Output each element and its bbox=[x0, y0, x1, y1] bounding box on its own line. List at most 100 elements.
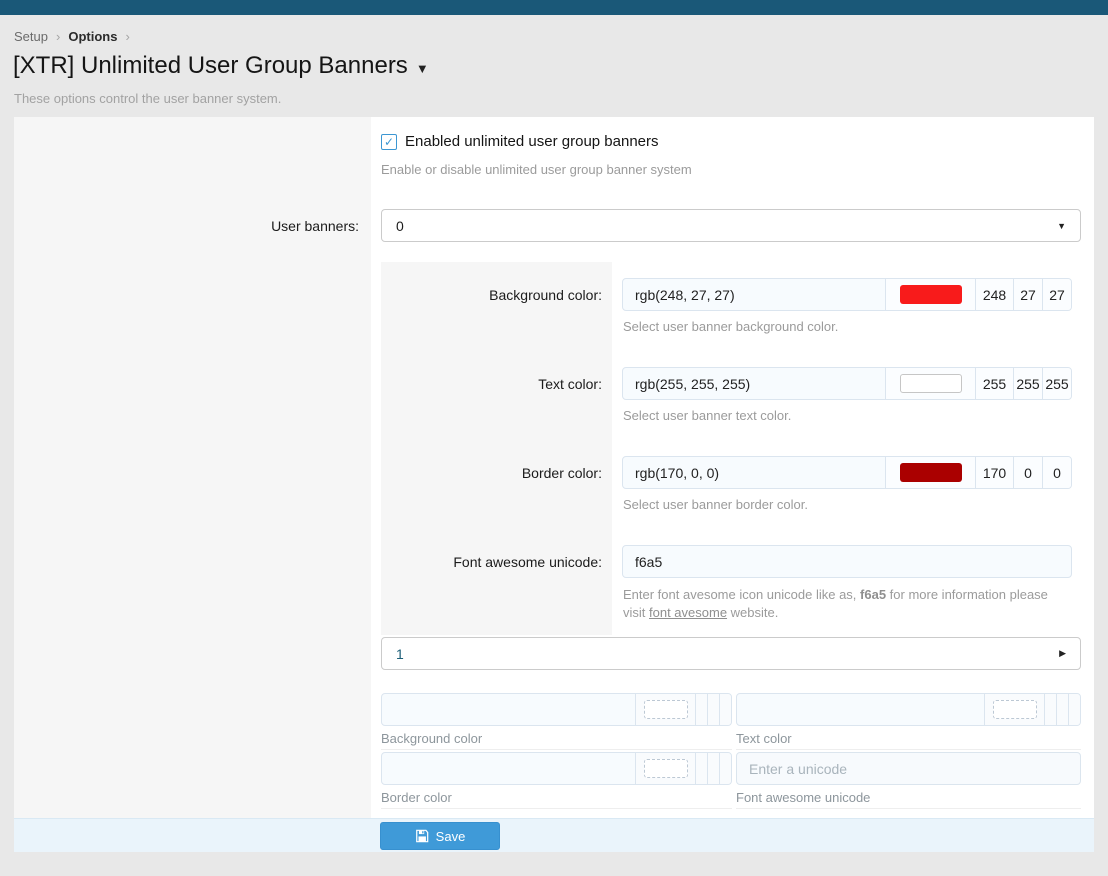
font-awesome-unicode-input[interactable]: f6a5 bbox=[622, 545, 1072, 578]
new-text-color-cell: Text color bbox=[736, 691, 1081, 750]
new-background-color-r-value[interactable] bbox=[695, 694, 707, 725]
background-color-swatch bbox=[900, 285, 962, 304]
new-unicode-cell: Font awesome unicode bbox=[736, 750, 1081, 809]
new-text-color-b-value[interactable] bbox=[1068, 694, 1080, 725]
font-awesome-unicode-value: f6a5 bbox=[635, 554, 662, 570]
enabled-checkbox-label[interactable]: Enabled unlimited user group banners bbox=[405, 133, 659, 150]
label-gutter: User banners: bbox=[14, 117, 371, 818]
breadcrumb-options[interactable]: Options bbox=[68, 29, 117, 44]
new-border-color-r-value[interactable] bbox=[695, 753, 707, 784]
new-border-color-b-value[interactable] bbox=[719, 753, 731, 784]
chevron-down-icon: ▼ bbox=[1057, 221, 1066, 231]
breadcrumb-setup[interactable]: Setup bbox=[14, 29, 48, 44]
text-color-swatch bbox=[900, 374, 962, 393]
border-color-g-value[interactable]: 0 bbox=[1013, 457, 1042, 488]
save-button-label: Save bbox=[436, 829, 466, 844]
title-dropdown-caret-icon[interactable]: ▼ bbox=[416, 57, 429, 76]
text-color-label-row: Text color: bbox=[381, 367, 612, 400]
new-text-color-swatch-cell[interactable] bbox=[984, 694, 1044, 725]
unicode-explain-before: Enter font avesome icon unicode like as, bbox=[623, 587, 860, 602]
new-text-color-label: Text color bbox=[736, 731, 1081, 746]
enabled-option-row: ✓ Enabled unlimited user group banners bbox=[381, 133, 659, 150]
enabled-checkbox[interactable]: ✓ bbox=[381, 134, 397, 150]
font-awesome-unicode-label-row: Font awesome unicode: bbox=[381, 545, 612, 578]
background-color-explain: Select user banner background color. bbox=[623, 319, 838, 334]
text-color-explain: Select user banner text color. bbox=[623, 408, 791, 423]
top-navbar bbox=[0, 0, 1108, 15]
new-border-color-cell: Border color bbox=[381, 750, 732, 809]
new-background-color-g-value[interactable] bbox=[707, 694, 719, 725]
new-unicode-label: Font awesome unicode bbox=[736, 790, 1081, 805]
save-button[interactable]: Save bbox=[380, 822, 500, 850]
empty-swatch-placeholder bbox=[644, 759, 688, 778]
background-color-label-row: Background color: bbox=[381, 278, 612, 311]
admin-options-page: Setup › Options › [XTR] Unlimited User G… bbox=[0, 0, 1108, 876]
text-color-swatch-cell[interactable] bbox=[885, 368, 975, 399]
page-title: [XTR] Unlimited User Group Banners ▼ bbox=[13, 52, 429, 80]
background-color-label: Background color: bbox=[489, 287, 602, 303]
breadcrumb: Setup › Options › bbox=[14, 29, 130, 44]
new-background-color-swatch-cell[interactable] bbox=[635, 694, 695, 725]
user-banners-select-value: 0 bbox=[396, 218, 404, 234]
background-color-r-value[interactable]: 248 bbox=[975, 279, 1013, 310]
text-color-label: Text color: bbox=[538, 376, 602, 392]
empty-swatch-placeholder bbox=[644, 700, 688, 719]
new-border-color-picker[interactable] bbox=[381, 752, 732, 785]
banner-1-toggle-label: 1 bbox=[396, 646, 404, 662]
new-border-color-input[interactable] bbox=[382, 753, 635, 784]
font-awesome-link[interactable]: font avesome bbox=[649, 605, 727, 620]
border-color-label-row: Border color: bbox=[381, 456, 612, 489]
page-subtitle: These options control the user banner sy… bbox=[14, 91, 281, 106]
new-text-color-g-value[interactable] bbox=[1056, 694, 1068, 725]
border-color-swatch bbox=[900, 463, 962, 482]
options-panel: User banners: ✓ Enabled unlimited user g… bbox=[14, 117, 1094, 852]
background-color-b-value[interactable]: 27 bbox=[1042, 279, 1071, 310]
new-background-color-input[interactable] bbox=[382, 694, 635, 725]
border-color-explain: Select user banner border color. bbox=[623, 497, 808, 512]
background-color-input[interactable]: rgb(248, 27, 27) bbox=[623, 279, 885, 310]
chevron-right-icon: › bbox=[56, 29, 60, 44]
background-color-g-value[interactable]: 27 bbox=[1013, 279, 1042, 310]
text-color-r-value[interactable]: 255 bbox=[975, 368, 1013, 399]
new-text-color-picker[interactable] bbox=[736, 693, 1081, 726]
background-color-picker[interactable]: rgb(248, 27, 27) 248 27 27 bbox=[622, 278, 1072, 311]
new-unicode-input[interactable] bbox=[736, 752, 1081, 785]
enabled-explain: Enable or disable unlimited user group b… bbox=[381, 162, 692, 177]
border-color-b-value[interactable]: 0 bbox=[1042, 457, 1071, 488]
page-title-text: [XTR] Unlimited User Group Banners bbox=[13, 52, 408, 80]
floppy-disk-icon bbox=[415, 829, 429, 843]
new-background-color-b-value[interactable] bbox=[719, 694, 731, 725]
empty-swatch-placeholder bbox=[993, 700, 1037, 719]
new-border-color-g-value[interactable] bbox=[707, 753, 719, 784]
user-banners-select[interactable]: 0 ▼ bbox=[381, 209, 1081, 242]
text-color-g-value[interactable]: 255 bbox=[1013, 368, 1042, 399]
text-color-b-value[interactable]: 255 bbox=[1042, 368, 1071, 399]
new-banner-form: Background color Text color bbox=[381, 691, 1081, 809]
border-color-input[interactable]: rgb(170, 0, 0) bbox=[623, 457, 885, 488]
border-color-r-value[interactable]: 170 bbox=[975, 457, 1013, 488]
new-text-color-input[interactable] bbox=[737, 694, 984, 725]
chevron-right-icon: ▶ bbox=[1059, 648, 1066, 659]
unicode-explain-code: f6a5 bbox=[860, 587, 886, 602]
user-banners-label-row: User banners: bbox=[14, 209, 371, 242]
new-background-color-cell: Background color bbox=[381, 691, 732, 750]
font-awesome-unicode-explain: Enter font avesome icon unicode like as,… bbox=[623, 586, 1073, 622]
background-color-swatch-cell[interactable] bbox=[885, 279, 975, 310]
save-footer: Save bbox=[14, 818, 1094, 852]
new-background-color-picker[interactable] bbox=[381, 693, 732, 726]
text-color-input[interactable]: rgb(255, 255, 255) bbox=[623, 368, 885, 399]
border-color-swatch-cell[interactable] bbox=[885, 457, 975, 488]
border-color-picker[interactable]: rgb(170, 0, 0) 170 0 0 bbox=[622, 456, 1072, 489]
new-background-color-label: Background color bbox=[381, 731, 732, 746]
banner-1-collapsed-toggle[interactable]: 1 ▶ bbox=[381, 637, 1081, 670]
user-banners-label: User banners: bbox=[271, 218, 359, 234]
banner-0-settings: Background color: Text color: Border col… bbox=[381, 262, 1081, 635]
new-text-color-r-value[interactable] bbox=[1044, 694, 1056, 725]
border-color-label: Border color: bbox=[522, 465, 602, 481]
unicode-explain-after: website. bbox=[727, 605, 778, 620]
new-border-color-label: Border color bbox=[381, 790, 732, 805]
text-color-picker[interactable]: rgb(255, 255, 255) 255 255 255 bbox=[622, 367, 1072, 400]
options-content: ✓ Enabled unlimited user group banners E… bbox=[381, 117, 1081, 852]
banner-0-label-column: Background color: Text color: Border col… bbox=[381, 262, 612, 635]
new-border-color-swatch-cell[interactable] bbox=[635, 753, 695, 784]
